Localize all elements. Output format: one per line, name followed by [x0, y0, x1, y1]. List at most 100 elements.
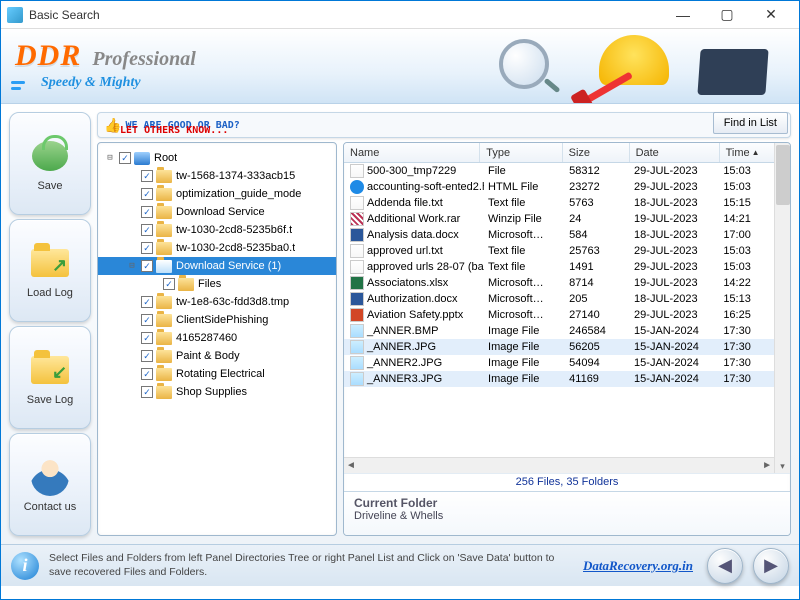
file-name: 500-300_tmp7229	[367, 165, 456, 177]
list-row[interactable]: _ANNER2.JPGImage File5409415-JAN-202417:…	[344, 355, 774, 371]
folder-icon	[156, 188, 172, 201]
sidebar-save-log[interactable]: ↙ Save Log	[9, 326, 91, 429]
checkbox[interactable]: ✓	[141, 260, 153, 272]
promo-bar[interactable]: 👍 WE ARE GOOD OR BAD? LET OTHERS KNOW...…	[97, 112, 791, 138]
checkbox[interactable]: ✓	[163, 278, 175, 290]
file-time: 15:13	[719, 293, 772, 305]
helmet-icon	[599, 35, 669, 85]
list-row[interactable]: approved urls 28-07 (babl…Text file14912…	[344, 259, 774, 275]
list-row[interactable]: Addenda file.txtText file576318-JUL-2023…	[344, 195, 774, 211]
folder-tree[interactable]: ⊟✓Root✓tw-1568-1374-333acb15✓optimizatio…	[97, 142, 337, 536]
footer-link[interactable]: DataRecovery.org.in	[583, 558, 693, 574]
checkbox[interactable]: ✓	[141, 296, 153, 308]
magnifier-icon	[499, 39, 549, 89]
checkbox[interactable]: ✓	[141, 188, 153, 200]
col-size[interactable]: Size	[563, 143, 630, 162]
sidebar-item-label: Save Log	[27, 394, 73, 406]
list-row[interactable]: _ANNER.BMPImage File24658415-JAN-202417:…	[344, 323, 774, 339]
checkbox[interactable]: ✓	[119, 152, 131, 164]
file-type: Image File	[484, 325, 565, 337]
tree-item-label: optimization_guide_mode	[176, 188, 301, 200]
tree-row[interactable]: ✓tw-1568-1374-333acb15	[98, 167, 336, 185]
scroll-thumb[interactable]	[776, 145, 790, 205]
file-date: 29-JUL-2023	[630, 245, 719, 257]
scroll-down-icon[interactable]: ▾	[775, 459, 790, 473]
tree-row[interactable]: ⊟✓Download Service (1)	[98, 257, 336, 275]
list-row[interactable]: _ANNER.JPGImage File5620515-JAN-202417:3…	[344, 339, 774, 355]
file-date: 15-JAN-2024	[630, 325, 719, 337]
col-time[interactable]: Time ▲	[720, 143, 774, 162]
folder-save-icon: ↙	[29, 349, 71, 391]
sidebar-save[interactable]: Save	[9, 112, 91, 215]
next-button[interactable]: ▶	[753, 548, 789, 584]
file-type: Microsoft…	[484, 277, 565, 289]
tree-row[interactable]: ✓tw-1030-2cd8-5235b6f.t	[98, 221, 336, 239]
tree-row[interactable]: ✓Download Service	[98, 203, 336, 221]
file-name: Additional Work.rar	[367, 213, 460, 225]
file-date: 18-JUL-2023	[630, 229, 719, 241]
file-icon	[350, 372, 364, 386]
file-date: 29-JUL-2023	[630, 309, 719, 321]
col-name[interactable]: Name	[344, 143, 480, 162]
file-name: approved url.txt	[367, 245, 443, 257]
file-type: Text file	[484, 261, 565, 273]
app-icon	[7, 7, 23, 23]
list-row[interactable]: Analysis data.docxMicrosoft…58418-JUL-20…	[344, 227, 774, 243]
checkbox[interactable]: ✓	[141, 170, 153, 182]
tree-item-label: 4165287460	[176, 332, 237, 344]
file-time: 15:03	[719, 165, 772, 177]
col-type[interactable]: Type	[480, 143, 562, 162]
list-row[interactable]: 500-300_tmp7229File5831229-JUL-202315:03	[344, 163, 774, 179]
file-rows[interactable]: 500-300_tmp7229File5831229-JUL-202315:03…	[344, 163, 774, 457]
vertical-scroll[interactable]: ▴ ▾	[774, 143, 790, 473]
maximize-button[interactable]: ▢	[705, 1, 749, 29]
expand-icon[interactable]: ⊟	[104, 153, 116, 163]
tree-row[interactable]: ⊟✓Root	[98, 149, 336, 167]
list-row[interactable]: Associatons.xlsxMicrosoft…871419-JUL-202…	[344, 275, 774, 291]
file-name: Addenda file.txt	[367, 197, 443, 209]
folder-icon	[156, 332, 172, 345]
checkbox[interactable]: ✓	[141, 224, 153, 236]
file-icon	[350, 276, 364, 290]
tree-row[interactable]: ✓Paint & Body	[98, 347, 336, 365]
file-size: 5763	[565, 197, 630, 209]
minimize-button[interactable]: —	[661, 1, 705, 29]
file-type: Microsoft…	[484, 309, 565, 321]
file-size: 24	[565, 213, 630, 225]
tree-row[interactable]: ✓Shop Supplies	[98, 383, 336, 401]
tree-row[interactable]: ✓ optimization_guide_mode	[98, 185, 336, 203]
file-time: 17:30	[719, 357, 772, 369]
sidebar-load-log[interactable]: ↗Load Log	[9, 219, 91, 322]
prev-button[interactable]: ◀	[707, 548, 743, 584]
file-size: 8714	[565, 277, 630, 289]
tree-row[interactable]: ✓Files	[98, 275, 336, 293]
checkbox[interactable]: ✓	[141, 386, 153, 398]
checkbox[interactable]: ✓	[141, 350, 153, 362]
close-button[interactable]: ✕	[749, 1, 793, 29]
tree-row[interactable]: ✓tw-1030-2cd8-5235ba0.t	[98, 239, 336, 257]
tree-row[interactable]: ✓ClientSidePhishing	[98, 311, 336, 329]
find-in-list-button[interactable]: Find in List	[713, 112, 788, 134]
horizontal-scroll[interactable]: ◄►	[344, 457, 774, 473]
folder-icon	[156, 170, 172, 183]
checkbox[interactable]: ✓	[141, 368, 153, 380]
list-row[interactable]: approved url.txtText file2576329-JUL-202…	[344, 243, 774, 259]
col-date[interactable]: Date	[630, 143, 720, 162]
tree-row[interactable]: ✓ 4165287460	[98, 329, 336, 347]
tree-row[interactable]: ✓Rotating Electrical	[98, 365, 336, 383]
checkbox[interactable]: ✓	[141, 314, 153, 326]
sidebar-contact-us[interactable]: Contact us	[9, 433, 91, 536]
checkbox[interactable]: ✓	[141, 242, 153, 254]
file-icon	[350, 356, 364, 370]
checkbox[interactable]: ✓	[141, 206, 153, 218]
file-date: 29-JUL-2023	[630, 261, 719, 273]
tree-row[interactable]: ✓tw-1e8-63c-fdd3d8.tmp	[98, 293, 336, 311]
list-row[interactable]: accounting-soft-ented2.h…HTML File232722…	[344, 179, 774, 195]
file-type: Text file	[484, 197, 565, 209]
list-row[interactable]: Aviation Safety.pptxMicrosoft…2714029-JU…	[344, 307, 774, 323]
expand-icon[interactable]: ⊟	[126, 261, 138, 271]
list-row[interactable]: Authorization.docxMicrosoft…20518-JUL-20…	[344, 291, 774, 307]
list-row[interactable]: _ANNER3.JPGImage File4116915-JAN-202417:…	[344, 371, 774, 387]
list-row[interactable]: Additional Work.rarWinzip File2419-JUL-2…	[344, 211, 774, 227]
checkbox[interactable]: ✓	[141, 332, 153, 344]
